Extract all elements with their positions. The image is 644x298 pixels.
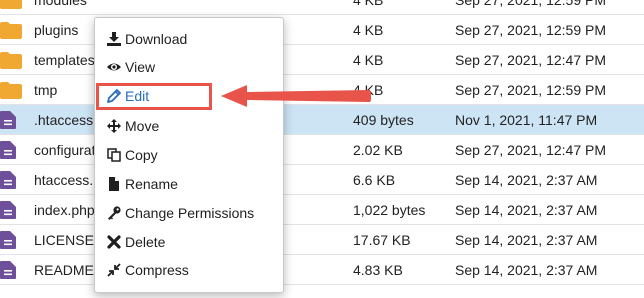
folder-icon: [0, 52, 22, 69]
file-modified: Sep 14, 2021, 2:37 AM: [455, 232, 598, 248]
file-size: 4 KB: [353, 52, 384, 68]
file-name: .htaccess: [34, 112, 94, 128]
menu-item-label: Copy: [125, 147, 158, 163]
file-name: LICENSE: [34, 232, 94, 248]
download-icon: [107, 32, 121, 46]
move-arrows-icon: [107, 119, 121, 133]
x-icon: [107, 235, 121, 249]
menu-item-view[interactable]: View: [107, 56, 155, 78]
file-name: README: [34, 262, 94, 278]
copy-icon: [107, 148, 121, 162]
menu-item-label: Move: [125, 118, 160, 134]
folder-icon: [0, 22, 22, 39]
file-modified: Sep 27, 2021, 12:47 PM: [455, 142, 606, 158]
menu-item-change-permissions[interactable]: Change Permissions: [107, 202, 254, 224]
file-name: configurati: [34, 142, 99, 158]
menu-item-delete[interactable]: Delete: [107, 231, 165, 253]
key-icon: [108, 206, 121, 220]
file-icon: [0, 141, 16, 159]
arrow-annotation: [221, 85, 371, 107]
file-modified: Sep 27, 2021, 12:59 PM: [455, 22, 606, 38]
file-size: 4 KB: [353, 22, 384, 38]
file-size: 4 KB: [353, 0, 384, 8]
file-size: 4.83 KB: [353, 262, 403, 278]
file-name: tmp: [34, 82, 58, 98]
eye-icon: [107, 63, 121, 71]
file-modified: Sep 14, 2021, 2:37 AM: [455, 172, 598, 188]
file-modified: Sep 14, 2021, 2:37 AM: [455, 262, 598, 278]
file-row[interactable]: modules 4 KB Sep 27, 2021, 12:59 PM: [0, 0, 644, 15]
menu-item-compress[interactable]: Compress: [107, 259, 189, 281]
file-modified: Sep 14, 2021, 2:37 AM: [455, 202, 598, 218]
file-icon: [109, 177, 119, 191]
file-size: 2.02 KB: [353, 142, 403, 158]
context-menu: Download View Edit Move Copy Rename Chan…: [94, 17, 284, 293]
file-modified: Sep 27, 2021, 12:59 PM: [455, 0, 606, 8]
menu-item-download[interactable]: Download: [107, 28, 187, 50]
file-icon: [0, 231, 16, 249]
file-size: 409 bytes: [353, 112, 414, 128]
file-modified: Sep 27, 2021, 12:59 PM: [455, 82, 606, 98]
menu-item-label: Delete: [125, 234, 166, 250]
file-modified: Nov 1, 2021, 11:47 PM: [455, 112, 598, 128]
menu-item-label: Change Permissions: [125, 205, 255, 221]
file-icon: [0, 111, 16, 129]
file-size: 6.6 KB: [353, 172, 396, 188]
folder-icon: [0, 82, 22, 99]
menu-item-rename[interactable]: Rename: [107, 173, 178, 195]
file-icon: [0, 261, 16, 279]
compress-icon: [107, 263, 121, 277]
menu-item-label: View: [125, 59, 156, 75]
file-name: templates: [34, 52, 95, 68]
menu-item-copy[interactable]: Copy: [107, 144, 158, 166]
menu-item-label: Download: [125, 31, 188, 47]
file-size: 17.67 KB: [353, 232, 411, 248]
file-name: modules: [34, 0, 87, 8]
file-modified: Sep 27, 2021, 12:47 PM: [455, 52, 606, 68]
file-name: plugins: [34, 22, 79, 38]
edit-highlight-box: [96, 83, 212, 110]
file-name: index.php: [34, 202, 95, 218]
file-icon: [0, 201, 16, 219]
file-name: htaccess.: [34, 172, 94, 188]
menu-item-move[interactable]: Move: [107, 115, 159, 137]
file-icon: [0, 171, 16, 189]
file-size: 1,022 bytes: [353, 202, 426, 218]
menu-item-label: Compress: [125, 262, 189, 278]
menu-item-label: Rename: [125, 176, 178, 192]
folder-icon: [0, 0, 22, 9]
